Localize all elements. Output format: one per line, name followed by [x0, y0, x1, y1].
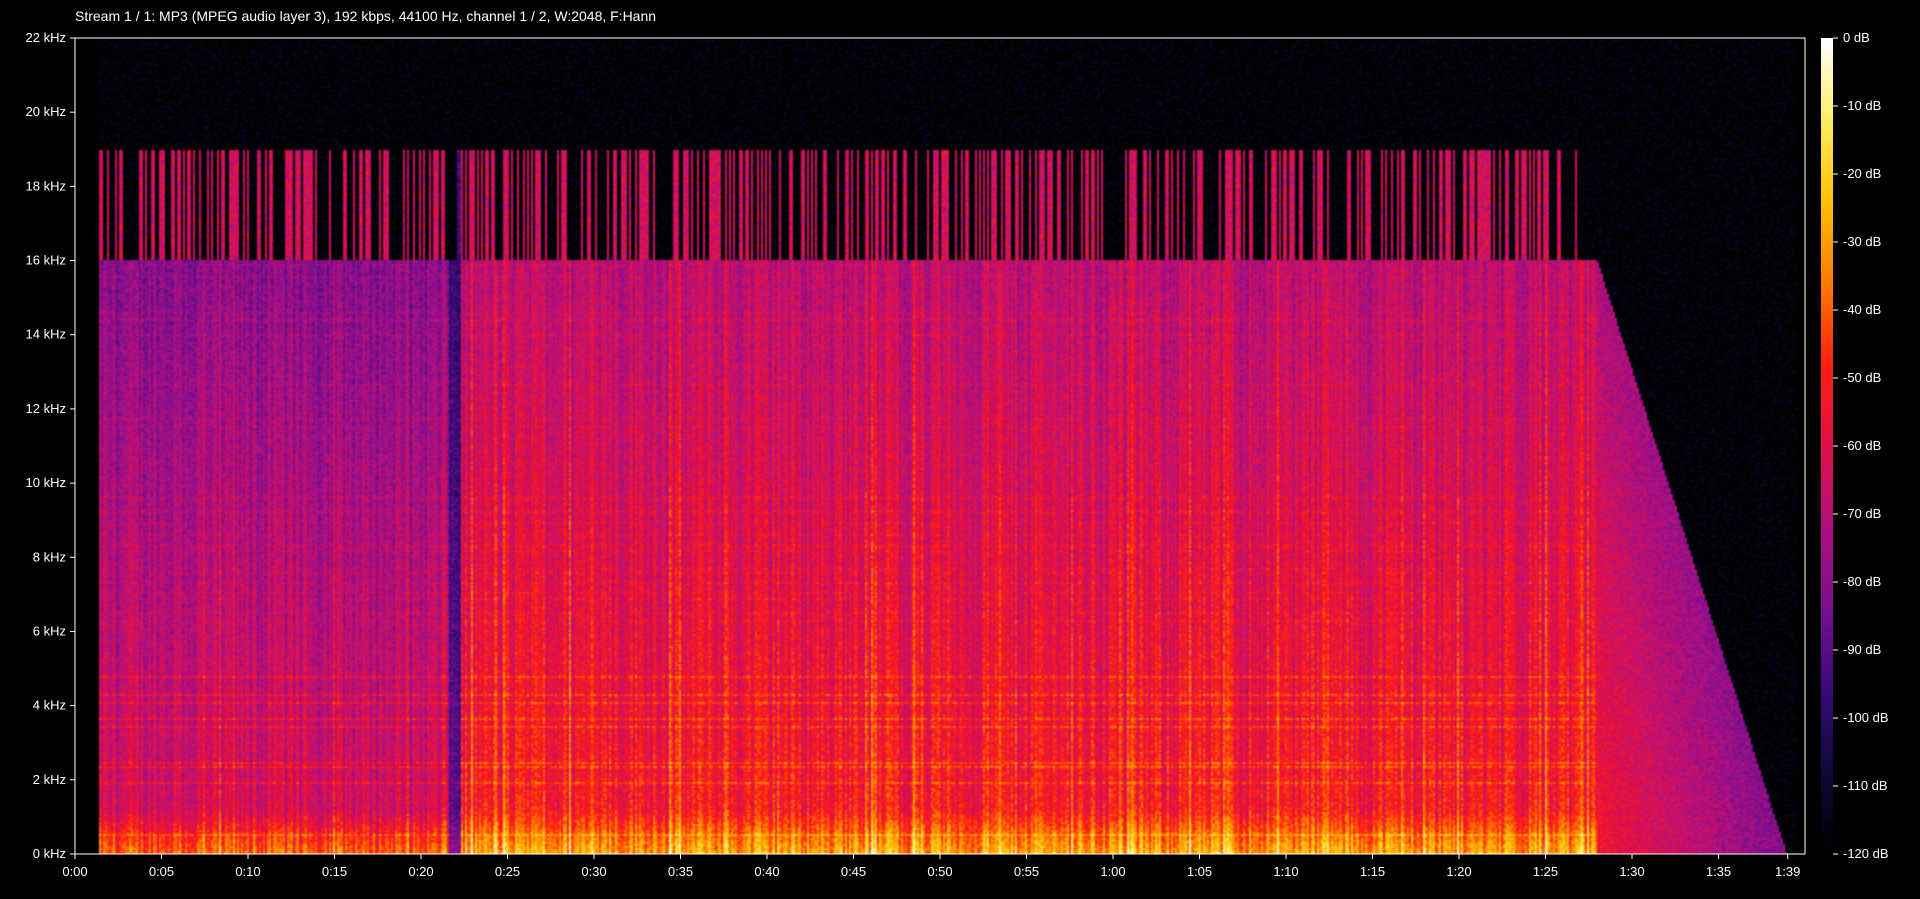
colorbar-tick-label: -110 dB	[1843, 778, 1888, 793]
x-tick-label: 0:15	[322, 864, 347, 879]
x-tick-label: 0:25	[495, 864, 520, 879]
y-tick-label: 4 kHz	[33, 698, 66, 713]
y-tick-label: 0 kHz	[33, 846, 66, 861]
x-tick-label: 0:00	[62, 864, 87, 879]
colorbar-tick-label: 0 dB	[1843, 30, 1870, 45]
x-tick-label: 1:30	[1619, 864, 1644, 879]
y-tick-label: 2 kHz	[33, 772, 66, 787]
colorbar-tick-label: -120 dB	[1843, 846, 1889, 861]
colorbar-tick-label: -80 dB	[1843, 574, 1881, 589]
x-tick-label: 0:50	[927, 864, 952, 879]
colorbar-tick-label: -100 dB	[1843, 710, 1889, 725]
y-tick-label: 22 kHz	[26, 30, 66, 45]
y-tick-label: 12 kHz	[26, 401, 66, 416]
colorbar-axis: 0 dB -10 dB -20 dB -30 dB -40 dB -50 dB -60 dB…	[1833, 30, 1889, 861]
x-tick-label: 1:39	[1775, 864, 1800, 879]
y-tick-label: 18 kHz	[26, 178, 66, 193]
x-tick-label: 0:20	[408, 864, 433, 879]
frequency-axis: 0 kHz 2 kHz 4 kHz 6 kHz 8 kHz 10 kHz 12 kHz 14 …	[26, 30, 75, 861]
x-tick-label: 1:35	[1706, 864, 1731, 879]
y-tick-label: 14 kHz	[26, 327, 66, 342]
time-axis: 0:00 0:05 0:10 0:15 0:20 0:25 0:30 0:35 0:40 0:45…	[62, 854, 1800, 879]
x-tick-label: 0:35	[668, 864, 693, 879]
y-tick-label: 20 kHz	[26, 104, 66, 119]
y-tick-label: 8 kHz	[33, 549, 66, 564]
x-tick-label: 1:10	[1273, 864, 1298, 879]
x-tick-label: 1:25	[1533, 864, 1558, 879]
x-tick-label: 1:05	[1187, 864, 1212, 879]
colorbar-tick-label: -20 dB	[1843, 166, 1881, 181]
colorbar-tick-label: -10 dB	[1843, 98, 1881, 113]
x-tick-label: 0:30	[581, 864, 606, 879]
y-tick-label: 10 kHz	[26, 475, 66, 490]
y-tick-label: 6 kHz	[33, 623, 66, 638]
x-tick-label: 0:40	[754, 864, 779, 879]
spectrogram-image	[75, 38, 1805, 854]
y-tick-label: 16 kHz	[26, 253, 66, 268]
colorbar-tick-label: -40 dB	[1843, 302, 1881, 317]
x-tick-label: 1:00	[1100, 864, 1125, 879]
x-tick-label: 0:10	[235, 864, 260, 879]
x-tick-label: 0:55	[1014, 864, 1039, 879]
x-tick-label: 0:05	[149, 864, 174, 879]
spectrogram-chart: 0 kHz 2 kHz 4 kHz 6 kHz 8 kHz 10 kHz 12 kHz 14 …	[26, 30, 1889, 879]
colorbar-gradient	[1821, 38, 1833, 854]
x-tick-label: 1:20	[1446, 864, 1471, 879]
colorbar-tick-label: -50 dB	[1843, 370, 1881, 385]
colorbar-tick-label: -60 dB	[1843, 438, 1881, 453]
colorbar-tick-label: -30 dB	[1843, 234, 1881, 249]
x-tick-label: 1:15	[1360, 864, 1385, 879]
colorbar-tick-label: -90 dB	[1843, 642, 1881, 657]
colorbar-tick-label: -70 dB	[1843, 506, 1881, 521]
x-tick-label: 0:45	[841, 864, 866, 879]
